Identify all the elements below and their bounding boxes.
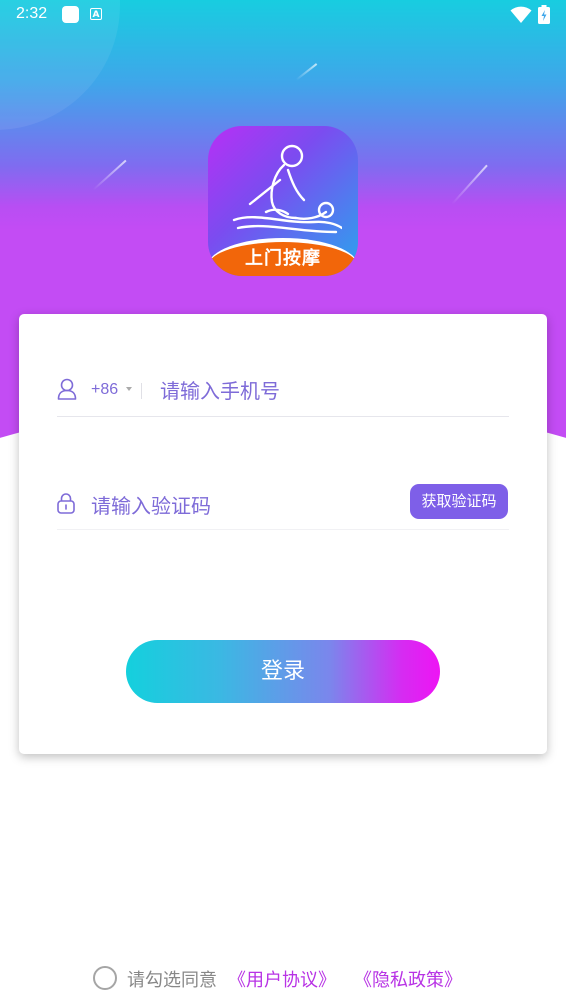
agreement-checkbox[interactable]	[93, 966, 117, 990]
status-bar: 2:32 A	[0, 0, 566, 30]
login-button[interactable]: 登录	[126, 640, 440, 703]
login-card: +86 获取验证码 登录	[19, 314, 547, 754]
app-notification-icon	[62, 6, 79, 23]
wifi-icon	[510, 6, 532, 23]
caret-down-icon[interactable]	[126, 387, 132, 391]
user-icon	[57, 378, 77, 400]
agreement-prompt: 请勾选同意	[127, 970, 217, 991]
logo-brand-text: 上门按摩	[245, 248, 321, 269]
phone-field: +86	[57, 360, 509, 417]
status-time: 2:32	[16, 5, 48, 22]
verification-code-input[interactable]	[91, 490, 391, 522]
app-logo: 上门按摩	[208, 126, 358, 276]
battery-charging-icon	[538, 5, 550, 24]
keyboard-notification-icon: A	[90, 8, 102, 20]
get-code-button[interactable]: 获取验证码	[410, 484, 508, 519]
massage-figure-icon	[232, 144, 342, 234]
field-divider	[141, 383, 142, 399]
agreement-row: 请勾选同意 《用户协议》 《隐私政策》	[0, 960, 566, 996]
lock-icon	[57, 493, 75, 514]
privacy-policy-link[interactable]: 《隐私政策》	[354, 966, 462, 992]
user-agreement-link[interactable]: 《用户协议》	[228, 966, 336, 992]
phone-input[interactable]	[160, 375, 500, 407]
country-code-selector[interactable]: +86	[91, 381, 118, 399]
login-screen: 2:32 A 上门按摩 +86 请输入手机号 请输入验证码 获取验证码 登录 请…	[0, 0, 566, 1006]
